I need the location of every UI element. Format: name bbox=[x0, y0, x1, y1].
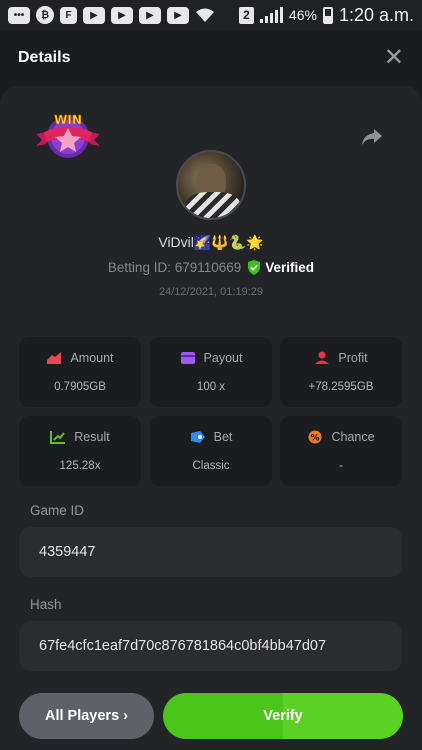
status-bar: ••• ₿ F ▶ ▶ ▶ ▶ 2 46% 1:20 a.m. bbox=[0, 0, 422, 30]
stat-label: Profit bbox=[338, 351, 368, 365]
sim-indicator: 2 bbox=[238, 6, 254, 24]
bet-icon bbox=[190, 431, 205, 443]
verified-label: Verified bbox=[265, 260, 315, 275]
game-id-label: Game ID bbox=[30, 503, 85, 518]
stat-payout: Payout 100 x bbox=[150, 337, 272, 407]
stat-label: Result bbox=[74, 430, 110, 444]
result-icon bbox=[50, 431, 66, 444]
username: ViDvil🌠🔱🐍🌟 bbox=[158, 234, 264, 250]
stat-label: Amount bbox=[70, 351, 114, 365]
stat-bet: Bet Classic bbox=[150, 416, 272, 486]
wifi-icon bbox=[196, 8, 214, 22]
notification-icons: ••• ₿ F ▶ ▶ ▶ ▶ bbox=[8, 6, 215, 24]
stat-value: 100 x bbox=[196, 381, 226, 393]
stat-label: Payout bbox=[203, 351, 243, 365]
signal-icon bbox=[259, 7, 283, 23]
youtube-icon: ▶ bbox=[167, 6, 189, 24]
details-header: Details ✕ bbox=[0, 30, 422, 86]
hash-field[interactable]: 67fe4cfc1eaf7d70c876781864c0bf4bb47d07 bbox=[19, 621, 402, 671]
youtube-icon: ▶ bbox=[139, 6, 161, 24]
betting-id: Betting ID: 679110669 bbox=[107, 260, 242, 275]
clock: 1:20 a.m. bbox=[338, 4, 414, 25]
stat-label: Bet bbox=[213, 430, 233, 444]
game-id-field[interactable]: 4359447 bbox=[19, 527, 402, 577]
amount-icon bbox=[47, 352, 62, 364]
stat-profit: Profit +78.2595GB bbox=[280, 337, 402, 407]
stat-amount: Amount 0.7905GB bbox=[19, 337, 141, 407]
verified-badge: Verified bbox=[247, 260, 314, 275]
battery-percent: 46% bbox=[288, 7, 317, 23]
hash-label: Hash bbox=[30, 597, 62, 612]
stat-value: 0.7905GB bbox=[54, 381, 106, 393]
b-app-icon: ₿ bbox=[36, 6, 54, 24]
stat-value: - bbox=[339, 460, 343, 472]
youtube-icon: ▶ bbox=[83, 6, 105, 24]
stat-chance: % Chance - bbox=[280, 416, 402, 486]
battery-icon bbox=[322, 6, 333, 24]
close-icon[interactable]: ✕ bbox=[384, 46, 404, 70]
stat-result: Result 125.28x bbox=[19, 416, 141, 486]
profit-icon bbox=[315, 351, 330, 364]
stat-value: Classic bbox=[192, 460, 230, 472]
flipboard-icon: F bbox=[60, 6, 77, 24]
bet-datetime: 24/12/2021, 01:19:29 bbox=[159, 286, 263, 298]
verify-button[interactable]: Verify bbox=[163, 693, 403, 739]
message-icon: ••• bbox=[8, 6, 30, 24]
chance-icon: % bbox=[308, 430, 322, 444]
payout-icon bbox=[180, 352, 195, 364]
avatar bbox=[176, 150, 246, 220]
youtube-icon: ▶ bbox=[111, 6, 133, 24]
shield-check-icon bbox=[248, 260, 261, 275]
svg-text:%: % bbox=[311, 434, 320, 444]
share-icon[interactable] bbox=[360, 124, 384, 148]
win-badge-text: WIN bbox=[54, 113, 82, 127]
page-title: Details bbox=[18, 49, 71, 66]
betting-info: Betting ID: 679110669 Verified bbox=[0, 260, 422, 275]
win-badge-icon: WIN bbox=[36, 113, 100, 158]
stat-value: 125.28x bbox=[59, 460, 101, 472]
stat-value: +78.2595GB bbox=[308, 381, 374, 393]
stat-label: Chance bbox=[331, 430, 375, 444]
all-players-button[interactable]: All Players › bbox=[19, 693, 154, 739]
